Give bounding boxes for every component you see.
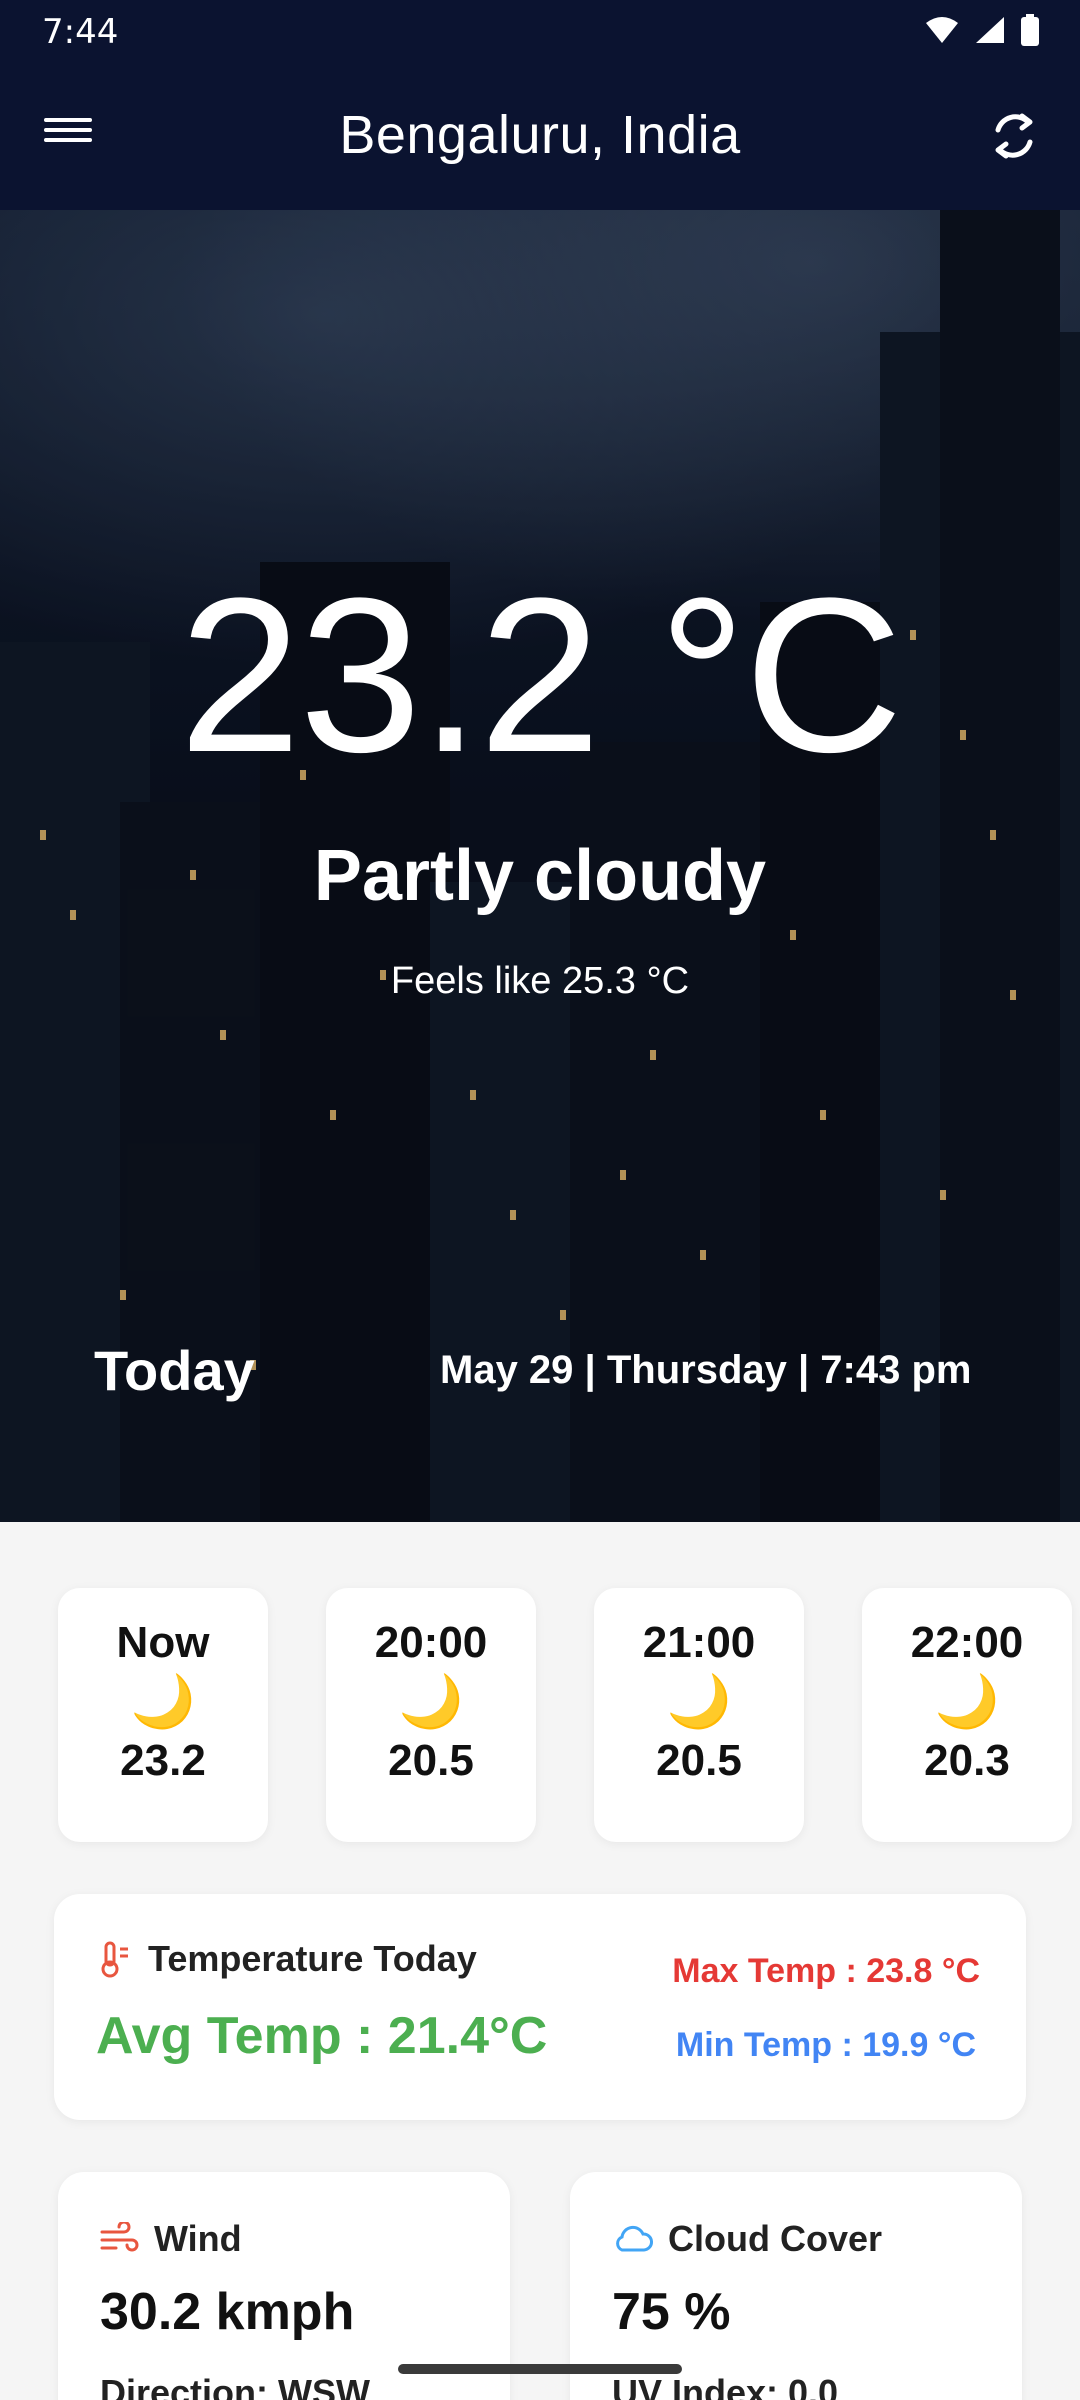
signal-icon bbox=[976, 17, 1004, 43]
hourly-forecast: Now 🌙 23.2 20:00 🌙 20.5 21:00 🌙 20.5 22:… bbox=[58, 1588, 1072, 1842]
avg-temp: Avg Temp : 21.4°C bbox=[96, 2007, 548, 2065]
home-indicator[interactable] bbox=[398, 2364, 682, 2374]
hour-temp: 20.5 bbox=[388, 1736, 474, 1785]
moon-icon: 🌙 bbox=[130, 1673, 196, 1731]
top-bar: 7:44 Bengaluru, India bbox=[0, 0, 1080, 210]
status-bar: 7:44 bbox=[0, 0, 1080, 60]
wind-speed: 30.2 kmph bbox=[100, 2283, 355, 2341]
cloud-title: Cloud Cover bbox=[668, 2218, 883, 2259]
temperature-today-card[interactable]: Temperature Today Avg Temp : 21.4°C Max … bbox=[54, 1894, 1026, 2120]
moon-icon: 🌙 bbox=[934, 1673, 1000, 1731]
min-temp: Min Temp : 19.9 °C bbox=[675, 2026, 976, 2064]
status-icons bbox=[924, 14, 1040, 46]
wind-icon bbox=[100, 2222, 139, 2252]
hour-card[interactable]: 20:00 🌙 20.5 bbox=[326, 1588, 536, 1842]
hour-card[interactable]: Now 🌙 23.2 bbox=[58, 1588, 268, 1842]
temperature-today-title: Temperature Today bbox=[148, 1938, 477, 1979]
temperature-header: Temperature Today bbox=[98, 1938, 477, 1980]
location-title: Bengaluru, India bbox=[339, 105, 741, 165]
max-temp: Max Temp : 23.8 °C bbox=[672, 1952, 980, 1990]
cloud-header: Cloud Cover bbox=[612, 2218, 882, 2260]
weather-condition: Partly cloudy bbox=[313, 836, 767, 916]
wind-direction: Direction: WSW bbox=[100, 2372, 370, 2400]
hour-card[interactable]: 21:00 🌙 20.5 bbox=[594, 1588, 804, 1842]
app-bar: Bengaluru, India bbox=[0, 60, 1080, 210]
status-time: 7:44 bbox=[42, 12, 119, 52]
cloud-icon bbox=[616, 2225, 653, 2252]
hour-label: Now bbox=[116, 1618, 210, 1667]
moon-icon: 🌙 bbox=[666, 1673, 732, 1731]
uv-index: UV Index: 0.0 bbox=[612, 2372, 839, 2400]
hour-label: 22:00 bbox=[910, 1618, 1024, 1667]
hour-label: 21:00 bbox=[642, 1618, 756, 1667]
hour-card[interactable]: 22:00 🌙 20.3 bbox=[862, 1588, 1072, 1842]
wind-title: Wind bbox=[154, 2218, 242, 2259]
current-temperature: 23.2 °C bbox=[178, 552, 903, 798]
hour-temp: 20.5 bbox=[656, 1736, 742, 1785]
hour-label: 20:00 bbox=[374, 1618, 488, 1667]
cloud-cover-value: 75 % bbox=[612, 2283, 731, 2341]
hero-background: 23.2 °C Partly cloudy Feels like 25.3 °C… bbox=[0, 210, 1080, 1522]
wind-header: Wind bbox=[100, 2218, 242, 2260]
battery-icon bbox=[1021, 14, 1039, 46]
thermometer-icon bbox=[101, 1941, 128, 1978]
wifi-icon bbox=[926, 17, 958, 43]
refresh-icon[interactable] bbox=[982, 104, 1046, 168]
feels-like: Feels like 25.3 °C bbox=[390, 960, 690, 1002]
hour-temp: 20.3 bbox=[924, 1736, 1010, 1785]
hour-temp: 23.2 bbox=[120, 1736, 206, 1785]
date-time: May 29 | Thursday | 7:43 pm bbox=[440, 1348, 972, 1392]
moon-icon: 🌙 bbox=[398, 1673, 464, 1731]
today-label: Today bbox=[94, 1339, 255, 1402]
